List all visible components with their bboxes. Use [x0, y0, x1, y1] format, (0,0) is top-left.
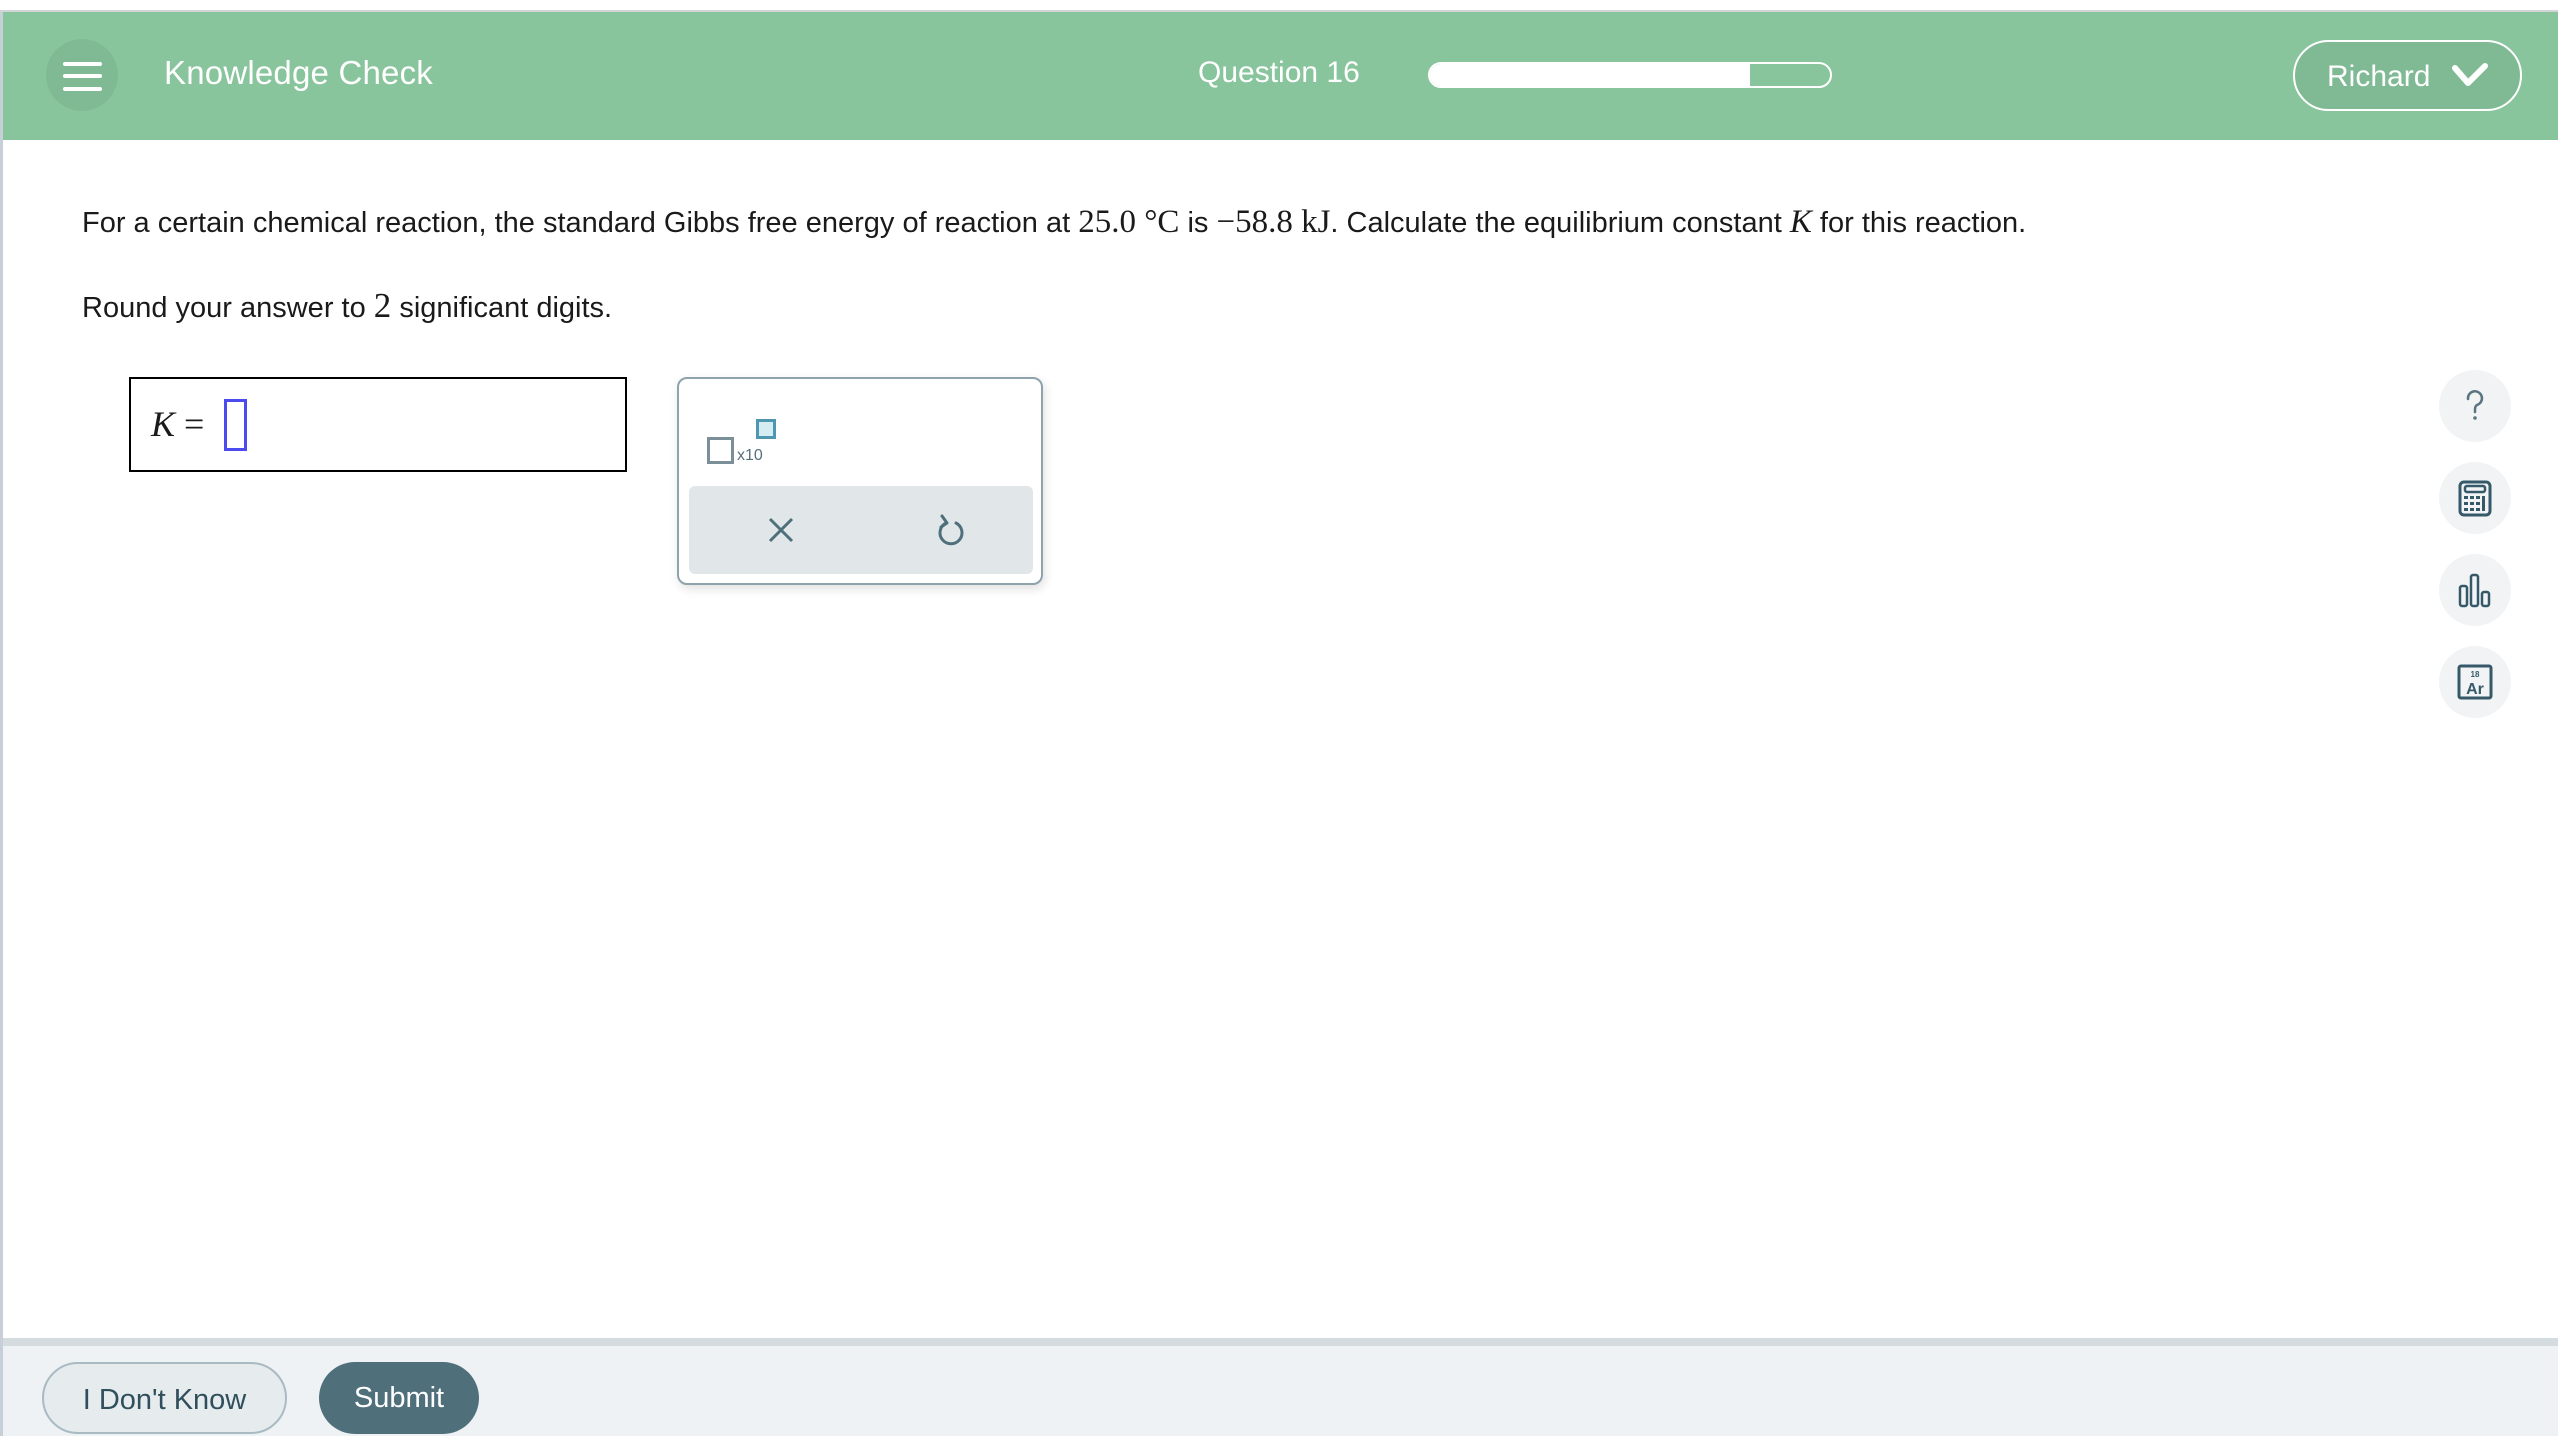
dont-know-label: I Don't Know — [82, 1384, 247, 1416]
periodic-table-icon: 18 Ar — [2457, 664, 2493, 700]
math-tool-panel: x10 — [677, 377, 1043, 585]
equals-sign: = — [175, 404, 205, 444]
left-border — [0, 12, 3, 1436]
answer-input[interactable] — [224, 399, 247, 451]
app-title: Knowledge Check — [164, 54, 433, 91]
dont-know-button[interactable]: I Don't Know — [42, 1362, 287, 1434]
element-number: 18 — [2471, 670, 2480, 679]
footer-bar: I Don't Know Submit — [3, 1338, 2558, 1436]
instruction-text: significant digits. — [391, 292, 613, 324]
undo-icon — [938, 514, 964, 546]
answer-label: K = — [151, 403, 204, 445]
significant-digits-count: 2 — [373, 286, 392, 325]
clear-button[interactable] — [761, 510, 801, 550]
submit-label: Submit — [353, 1382, 445, 1414]
data-button[interactable] — [2439, 554, 2511, 626]
bar-chart-icon — [2458, 573, 2491, 608]
energy-value: −58.8 kJ — [1216, 204, 1331, 240]
question-text-part: For a certain chemical reaction, the sta… — [82, 207, 1079, 239]
menu-button[interactable] — [46, 39, 118, 111]
question-number: Question 16 — [1198, 56, 1360, 89]
user-name: Richard — [2327, 60, 2431, 93]
user-menu-button[interactable]: Richard — [2293, 40, 2522, 111]
answer-variable: K — [151, 404, 176, 444]
tool-actions — [689, 486, 1033, 574]
calculator-button[interactable] — [2439, 462, 2511, 534]
hamburger-line — [63, 87, 102, 91]
rounding-instruction: Round your answer to 2 significant digit… — [82, 286, 612, 326]
scientific-notation-icon — [707, 437, 734, 464]
undo-button[interactable] — [931, 510, 971, 550]
help-button[interactable] — [2439, 370, 2511, 442]
question-text-part: . Calculate the equilibrium constant — [1330, 207, 1790, 239]
element-symbol: Ar — [2466, 681, 2484, 698]
window-top-strip — [0, 0, 2558, 12]
instruction-text: Round your answer to — [82, 292, 374, 324]
periodic-table-button[interactable]: 18 Ar — [2439, 646, 2511, 718]
question-text-part: is — [1179, 207, 1217, 239]
question-text: For a certain chemical reaction, the sta… — [82, 204, 2026, 241]
answer-box: K = — [129, 377, 627, 472]
exponent-box-icon — [756, 419, 776, 439]
question-text-part: for this reaction. — [1811, 207, 2027, 239]
temperature-value: 25.0 °C — [1078, 204, 1180, 240]
hamburger-menu-icon — [63, 62, 102, 66]
x-icon — [768, 517, 794, 543]
progress-bar — [1428, 62, 1832, 88]
variable-k: K — [1789, 204, 1812, 240]
scientific-notation-button[interactable]: x10 — [707, 409, 779, 469]
calculator-icon — [2458, 480, 2492, 517]
progress-fill — [1430, 64, 1750, 86]
header-bar: Knowledge Check Question 16 Richard — [0, 12, 2558, 140]
hamburger-line — [63, 74, 102, 78]
x10-label: x10 — [737, 447, 763, 464]
question-mark-icon — [2466, 390, 2484, 420]
submit-button[interactable]: Submit — [319, 1362, 479, 1434]
chevron-down-icon — [2452, 63, 2488, 86]
